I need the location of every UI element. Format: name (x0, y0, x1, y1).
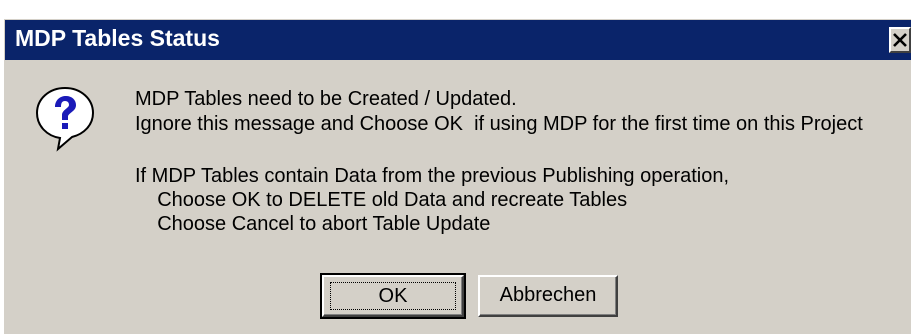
message-line-2: Ignore this message and Choose OK if usi… (135, 113, 863, 135)
message-line-4: Choose OK to DELETE old Data and recreat… (135, 189, 628, 211)
cancel-button[interactable]: Abbrechen (478, 275, 618, 317)
message-line-5: Choose Cancel to abort Table Update (135, 213, 491, 235)
dialog-window: MDP Tables Status MDP Tables need to be … (2, 17, 911, 334)
message-line-3: If MDP Tables contain Data from the prev… (135, 165, 730, 187)
close-icon (893, 33, 907, 47)
message-line-1: MDP Tables need to be Created / Updated. (135, 88, 517, 110)
close-button[interactable] (889, 27, 911, 53)
ok-button-label: OK (330, 282, 456, 310)
ok-button[interactable]: OK (320, 273, 466, 319)
title-bar[interactable]: MDP Tables Status (5, 20, 911, 60)
dialog-title: MDP Tables Status (15, 25, 220, 51)
question-icon (35, 86, 95, 152)
